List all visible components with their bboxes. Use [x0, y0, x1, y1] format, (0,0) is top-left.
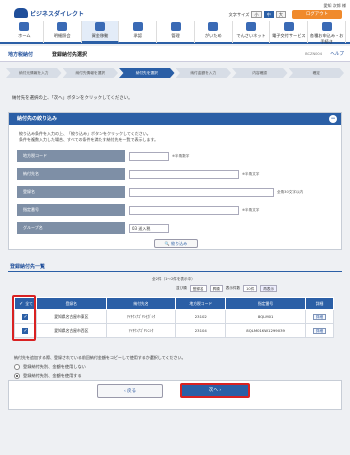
- order-select[interactable]: 昇順: [209, 285, 223, 292]
- form-icon: [321, 22, 332, 31]
- header: ビジネスダイレクト 愛知 次郎 様 文字サイズ 小 中 大 ログアウト ホーム …: [0, 0, 350, 44]
- transfer-icon: [94, 22, 105, 31]
- per-page-select[interactable]: 10件: [243, 285, 258, 292]
- nav-approval[interactable]: 承認: [119, 21, 158, 43]
- step-6: 確定: [288, 68, 344, 78]
- step-2: 納付先情報を選択: [62, 68, 118, 78]
- field-tax-code: 地方税コード ※半角数字: [17, 149, 335, 163]
- field-payee-name: 納付先名 ※半角文字: [17, 167, 335, 181]
- radio-use-amount[interactable]: 登録納付先別、金額を使用する: [14, 373, 82, 379]
- nav-densai[interactable]: でんさいネット: [233, 21, 271, 43]
- nav-statements[interactable]: 明細照会: [44, 21, 82, 43]
- result-count: 全2件（1〜2件を表示中）: [152, 277, 195, 281]
- font-small-button[interactable]: 小: [251, 11, 262, 18]
- tax-code-input[interactable]: [129, 151, 169, 161]
- radio-button-selected[interactable]: [14, 373, 20, 379]
- sort-select[interactable]: 登録名: [189, 285, 207, 292]
- network-icon: [246, 22, 257, 31]
- title-bar: 地方税納付 登録納付先選択 BCZN004 ヘルプ: [0, 46, 350, 62]
- list-controls: 並び順 登録名 昇順 表示件数 10件 再表示: [176, 285, 278, 292]
- nav-applications[interactable]: 各種お申込み・お手続き: [308, 21, 347, 44]
- approval-icon: [132, 22, 143, 31]
- page-title: 登録納付先選択: [52, 52, 88, 58]
- radio-no-amount[interactable]: 登録納付先別、金額を使用しない: [14, 364, 86, 370]
- designation-number-input[interactable]: [129, 205, 239, 215]
- redisplay-button[interactable]: 再表示: [260, 285, 278, 292]
- copy-amount-note: 納付先を追加する際、登録されている前回納付金額をコピーして使用するか選択してくだ…: [14, 355, 186, 360]
- step-5: 内容確認: [232, 68, 288, 78]
- nav-admin[interactable]: 管理: [157, 21, 195, 43]
- font-large-button[interactable]: 大: [275, 11, 286, 18]
- registered-name-input[interactable]: [129, 187, 274, 197]
- field-group-name: グループ名 03 送入税: [17, 221, 335, 235]
- detail-button[interactable]: 詳細: [312, 327, 327, 334]
- logout-button[interactable]: ログアウト: [292, 10, 342, 19]
- field-registered-name: 登録名 全角30文字以内: [17, 185, 335, 199]
- search-panel-header[interactable]: 納付先の絞り込み −: [9, 113, 341, 125]
- page: ビジネスダイレクト 愛知 次郎 様 文字サイズ 小 中 大 ログアウト ホーム …: [0, 0, 350, 455]
- checkbox-highlight: [12, 295, 36, 341]
- list-title: 登録納付先一覧: [10, 264, 46, 270]
- logo: ビジネスダイレクト: [14, 6, 84, 20]
- payee-table: ✓ 全て 登録名 納付先名 地方税コード 指定番号 詳細 ✓ 愛知県名古屋市東区…: [14, 297, 334, 338]
- font-medium-button[interactable]: 中: [263, 11, 274, 18]
- radio-button[interactable]: [14, 364, 20, 370]
- instruction-text: 納付先を選択の上、「次へ」ボタンをクリックしてください。: [12, 96, 133, 101]
- back-button[interactable]: ‹ 戻る: [97, 384, 163, 398]
- global-nav: ホーム 明細照会 資金移動 承認 管理 がいため でんさいネット 電子交付サービ…: [6, 21, 347, 44]
- admin-icon: [170, 22, 181, 31]
- nav-transfer[interactable]: 資金移動: [81, 21, 120, 43]
- list-title-underline: [8, 271, 342, 272]
- step-4: 納付金額を入力: [175, 68, 231, 78]
- footer-button-area: [8, 380, 342, 410]
- home-icon: [19, 22, 30, 31]
- forex-icon: [208, 22, 219, 31]
- search-description: 絞り込み条件を入力の上、「絞り込み」ボタンをクリックしてください。 条件を複数入力…: [19, 131, 159, 142]
- user-name: 愛知 次郎 様: [323, 3, 346, 8]
- step-1: 納付元情報を入力: [6, 68, 62, 78]
- payee-name-input[interactable]: [129, 169, 239, 179]
- filter-button[interactable]: 🔍 絞り込み: [154, 239, 198, 248]
- table-row: ✓ 愛知県名古屋市東区 ｱｲﾁｹﾝﾅｺﾞﾔｼﾋｶﾞｼｸ 23102 8QLM01…: [14, 309, 334, 324]
- font-size-selector: 文字サイズ 小 中 大: [229, 11, 286, 18]
- search-panel: 納付先の絞り込み − 絞り込み条件を入力の上、「絞り込み」ボタンをクリックしてくだ…: [8, 112, 342, 250]
- collapse-icon[interactable]: −: [329, 115, 337, 123]
- field-designation-number: 指定番号 ※半角文字: [17, 203, 335, 217]
- step-3-current: 納付先を選択: [119, 68, 175, 78]
- progress-steps: 納付元情報を入力 納付先情報を選択 納付先を選択 納付金額を入力 内容確認 確定: [6, 68, 344, 78]
- nav-forex[interactable]: がいため: [195, 21, 233, 43]
- nav-home[interactable]: ホーム: [6, 21, 44, 43]
- screen-code: BCZN004: [305, 52, 322, 56]
- help-link[interactable]: ヘルプ: [330, 51, 344, 57]
- table-row: ✓ 愛知県名古屋市西区 ｱｲﾁｹﾝﾅｺﾞﾔｼﾆｼｸ 23104 8QLM01KW…: [14, 323, 334, 338]
- document-icon: [57, 22, 68, 31]
- mail-icon: [283, 22, 294, 31]
- nav-e-delivery[interactable]: 電子交付サービス: [270, 21, 309, 43]
- detail-button[interactable]: 詳細: [312, 313, 327, 320]
- group-name-select[interactable]: 03 送入税: [129, 223, 169, 233]
- next-button[interactable]: 次へ ›: [180, 383, 250, 398]
- section-title: 地方税納付: [8, 52, 34, 58]
